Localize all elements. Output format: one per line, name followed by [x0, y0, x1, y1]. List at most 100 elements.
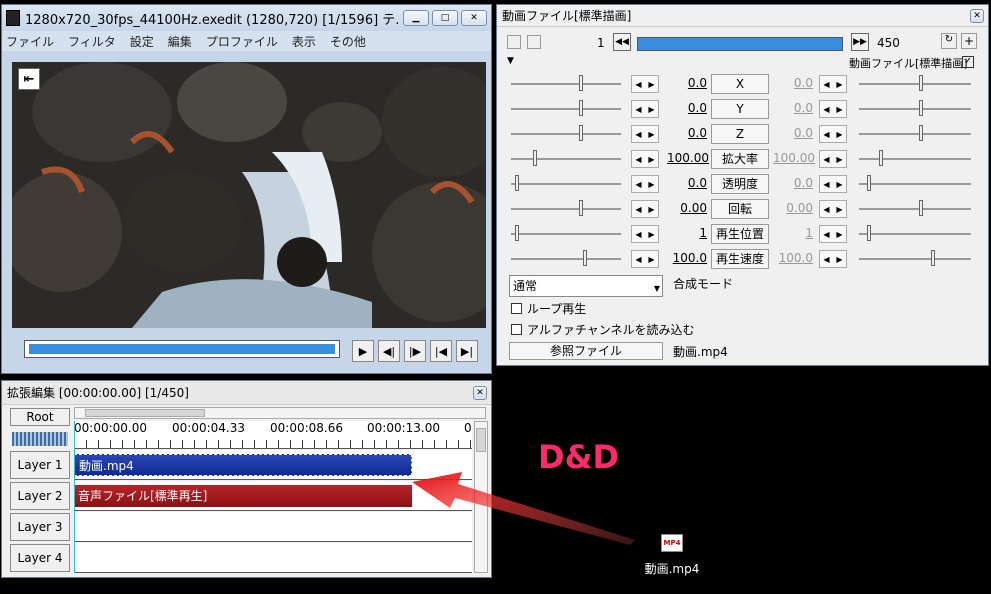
- end-slider-track[interactable]: [859, 183, 971, 185]
- loop-checkbox[interactable]: [511, 303, 522, 314]
- audio-clip[interactable]: 音声ファイル[標準再生]: [74, 485, 412, 507]
- start-slider-track[interactable]: [511, 133, 621, 135]
- end-stepper[interactable]: ◀ ▶: [819, 175, 847, 193]
- start-slider-track[interactable]: [511, 158, 621, 160]
- param-label[interactable]: 回転: [711, 199, 769, 219]
- end-stepper[interactable]: ◀ ▶: [819, 225, 847, 243]
- blend-mode-select[interactable]: 通常 ▼: [509, 275, 663, 297]
- close-button[interactable]: ✕: [461, 10, 487, 26]
- start-slider-track[interactable]: [511, 233, 621, 235]
- menu-other[interactable]: その他: [330, 33, 366, 50]
- menu-file[interactable]: ファイル: [6, 33, 54, 50]
- end-slider-track[interactable]: [859, 108, 971, 110]
- start-stepper[interactable]: ◀ ▶: [631, 100, 659, 118]
- end-stepper[interactable]: ◀ ▶: [819, 125, 847, 143]
- end-slider-knob[interactable]: [867, 225, 871, 241]
- start-slider-knob[interactable]: [579, 125, 583, 141]
- next-frame-button[interactable]: |▶: [404, 340, 426, 362]
- end-value[interactable]: 0.00: [773, 201, 813, 215]
- root-button[interactable]: Root: [10, 408, 70, 426]
- start-value[interactable]: 1: [667, 226, 707, 240]
- menu-edit[interactable]: 編集: [168, 33, 192, 50]
- end-slider-track[interactable]: [859, 233, 971, 235]
- start-stepper[interactable]: ◀ ▶: [631, 75, 659, 93]
- start-slider-knob[interactable]: [579, 200, 583, 216]
- end-value[interactable]: 0.0: [773, 76, 813, 90]
- time-ruler[interactable]: 00:00:00.00 00:00:04.33 00:00:08.66 00:0…: [74, 421, 472, 449]
- layer-1-label[interactable]: Layer 1: [10, 451, 70, 479]
- layer-2-label[interactable]: Layer 2: [10, 482, 70, 510]
- end-slider-knob[interactable]: [919, 125, 923, 141]
- start-slider-track[interactable]: [511, 258, 621, 260]
- end-slider-knob[interactable]: [867, 175, 871, 191]
- maximize-button[interactable]: □: [432, 10, 458, 26]
- param-label[interactable]: 再生位置: [711, 224, 769, 244]
- video-clip[interactable]: 動画.mp4: [74, 454, 412, 476]
- refresh-icon[interactable]: ↻: [941, 33, 957, 49]
- minimize-button[interactable]: ▁: [403, 10, 429, 26]
- start-value[interactable]: 0.0: [667, 76, 707, 90]
- prev-key-icon[interactable]: ◀◀: [613, 33, 631, 51]
- back-to-start-icon[interactable]: ⇤: [18, 68, 40, 90]
- menu-settings[interactable]: 設定: [130, 33, 154, 50]
- start-value[interactable]: 0.00: [667, 201, 707, 215]
- end-value[interactable]: 0.0: [773, 101, 813, 115]
- start-slider-track[interactable]: [511, 183, 621, 185]
- prev-frame-button[interactable]: ◀|: [378, 340, 400, 362]
- add-icon[interactable]: +: [961, 33, 977, 49]
- collapse-arrow-icon[interactable]: ▼: [507, 56, 514, 66]
- param-label[interactable]: 再生速度: [711, 249, 769, 269]
- start-stepper[interactable]: ◀ ▶: [631, 125, 659, 143]
- end-stepper[interactable]: ◀ ▶: [819, 100, 847, 118]
- start-value[interactable]: 0.0: [667, 176, 707, 190]
- go-end-button[interactable]: ▶|: [456, 340, 478, 362]
- end-slider-track[interactable]: [859, 83, 971, 85]
- end-slider-track[interactable]: [859, 133, 971, 135]
- end-slider-track[interactable]: [859, 158, 971, 160]
- param-label[interactable]: 透明度: [711, 174, 769, 194]
- param-label[interactable]: Y: [711, 99, 769, 119]
- end-slider-track[interactable]: [859, 208, 971, 210]
- start-stepper[interactable]: ◀ ▶: [631, 200, 659, 218]
- settings-icon[interactable]: [527, 35, 541, 49]
- timeline-close-button[interactable]: ✕: [473, 385, 487, 400]
- horizontal-scrollbar[interactable]: [74, 407, 486, 419]
- menu-profile[interactable]: プロファイル: [206, 33, 278, 50]
- start-slider-knob[interactable]: [515, 225, 519, 241]
- start-slider-knob[interactable]: [515, 175, 519, 191]
- end-slider-knob[interactable]: [931, 250, 935, 266]
- play-button[interactable]: ▶: [352, 340, 374, 362]
- next-key-icon[interactable]: ▶▶: [851, 33, 869, 51]
- start-value[interactable]: 0.0: [667, 101, 707, 115]
- end-stepper[interactable]: ◀ ▶: [819, 150, 847, 168]
- end-slider-knob[interactable]: [919, 100, 923, 116]
- end-slider-track[interactable]: [859, 258, 971, 260]
- go-start-button[interactable]: |◀: [430, 340, 452, 362]
- section-enable-checkbox[interactable]: ✓: [962, 56, 974, 68]
- end-value[interactable]: 1: [773, 226, 813, 240]
- end-stepper[interactable]: ◀ ▶: [819, 200, 847, 218]
- start-slider-knob[interactable]: [579, 75, 583, 91]
- layer-4-label[interactable]: Layer 4: [10, 544, 70, 572]
- frame-range-bar[interactable]: [637, 37, 843, 51]
- end-value[interactable]: 100.0: [773, 251, 813, 265]
- param-label[interactable]: 拡大率: [711, 149, 769, 169]
- end-stepper[interactable]: ◀ ▶: [819, 250, 847, 268]
- property-close-button[interactable]: ✕: [970, 8, 984, 23]
- zoom-slider[interactable]: [12, 432, 68, 446]
- desktop-file[interactable]: MP4 動画.mp4: [640, 534, 704, 577]
- start-slider-track[interactable]: [511, 108, 621, 110]
- film-icon[interactable]: [507, 35, 521, 49]
- start-slider-track[interactable]: [511, 83, 621, 85]
- end-value[interactable]: 100.00: [773, 151, 815, 165]
- menu-view[interactable]: 表示: [292, 33, 316, 50]
- end-stepper[interactable]: ◀ ▶: [819, 75, 847, 93]
- start-slider-knob[interactable]: [533, 150, 537, 166]
- start-value[interactable]: 100.00: [667, 151, 709, 165]
- ref-file-button[interactable]: 参照ファイル: [509, 342, 663, 360]
- start-slider-knob[interactable]: [583, 250, 587, 266]
- menu-filter[interactable]: フィルタ: [68, 33, 116, 50]
- start-stepper[interactable]: ◀ ▶: [631, 150, 659, 168]
- start-stepper[interactable]: ◀ ▶: [631, 175, 659, 193]
- param-label[interactable]: X: [711, 74, 769, 94]
